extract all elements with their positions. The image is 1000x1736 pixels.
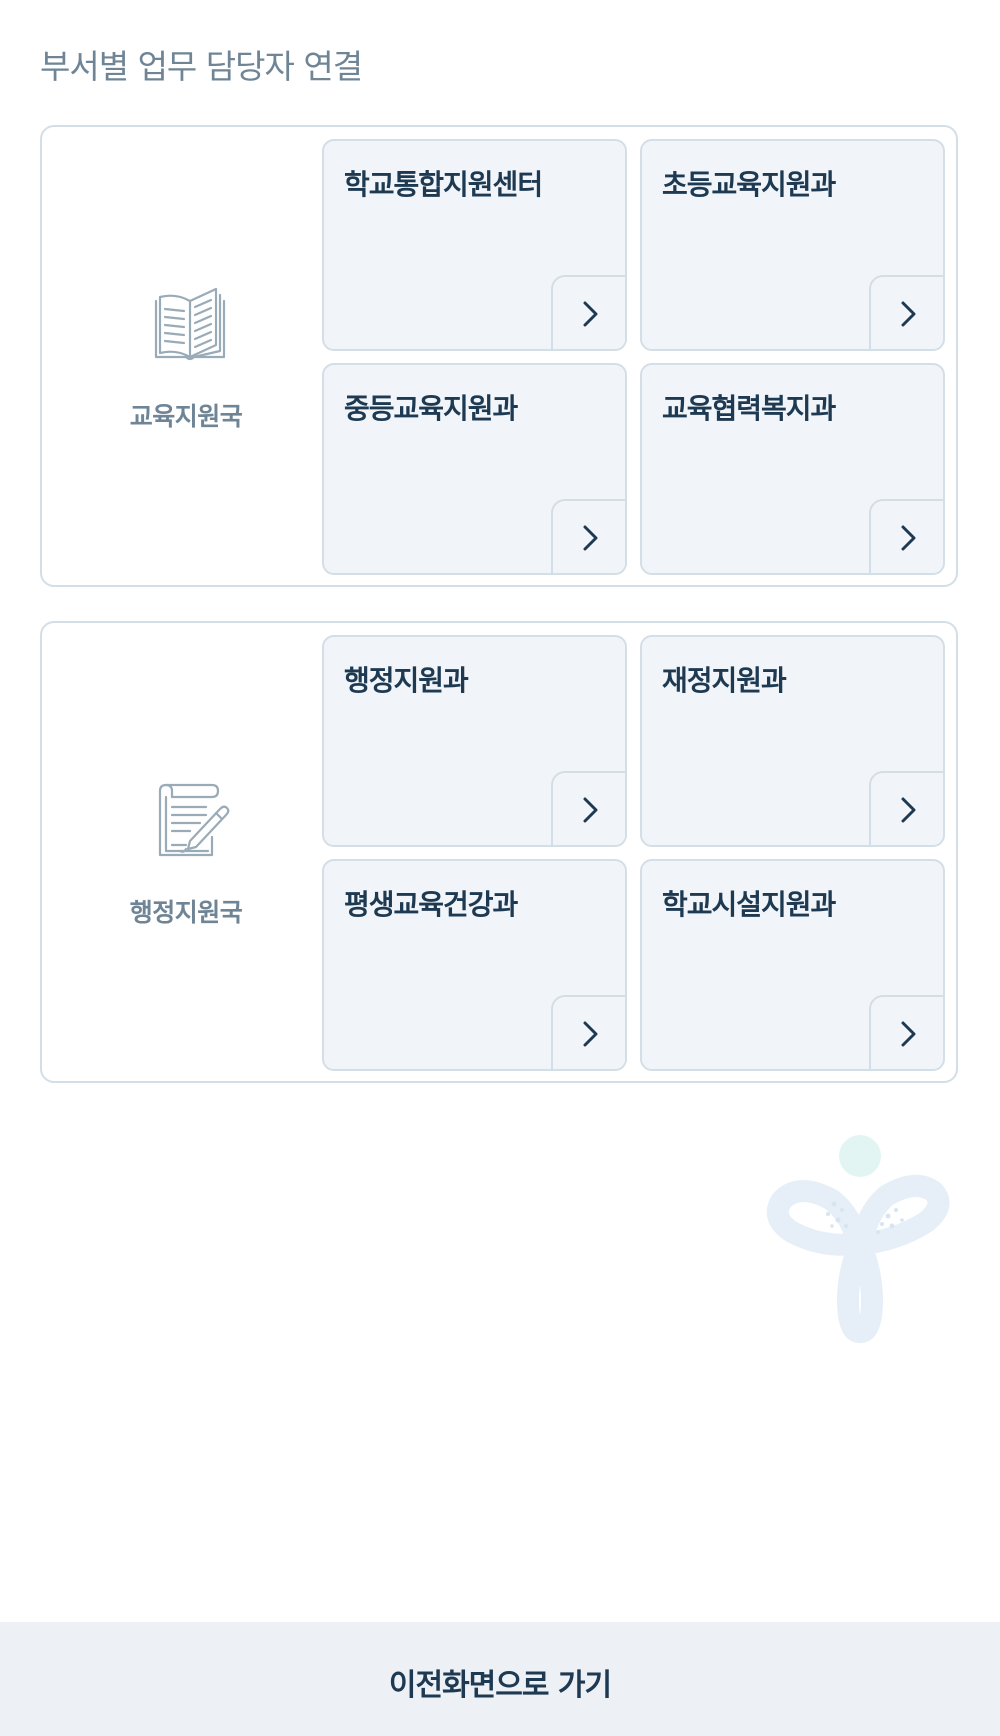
department-card-lifelong-education-health[interactable]: 평생교육건강과	[322, 859, 627, 1071]
department-card-school-integrated-support[interactable]: 학교통합지원센터	[322, 139, 627, 351]
chevron-right-icon	[901, 797, 916, 823]
chevron-right-icon	[901, 301, 916, 327]
group-administration-support: 행정지원국 행정지원과 재정지원과 평생교육건강과 학교시설지원과	[40, 621, 958, 1083]
department-label: 행정지원과	[344, 664, 469, 697]
department-label: 초등교육지원과	[662, 168, 836, 201]
department-label: 평생교육건강과	[344, 888, 518, 921]
department-label: 교육협력복지과	[662, 392, 836, 425]
arrow-button[interactable]	[869, 995, 943, 1069]
arrow-button[interactable]	[551, 995, 625, 1069]
chevron-right-icon	[583, 1021, 598, 1047]
department-card-administration-support[interactable]: 행정지원과	[322, 635, 627, 847]
arrow-button[interactable]	[869, 499, 943, 573]
chevron-right-icon	[583, 797, 598, 823]
document-pen-icon	[150, 783, 230, 859]
chevron-right-icon	[901, 525, 916, 551]
chevron-right-icon	[583, 301, 598, 327]
department-label: 학교통합지원센터	[344, 168, 543, 201]
arrow-button[interactable]	[869, 275, 943, 349]
open-book-icon	[150, 287, 230, 363]
group-name: 행정지원국	[129, 898, 243, 927]
chevron-right-icon	[901, 1021, 916, 1047]
arrow-button[interactable]	[551, 499, 625, 573]
department-contact-page: 부서별 업무 담당자 연결 교육지원국 학교통합지원센터 초등교육지원과 중등교…	[0, 0, 1000, 1736]
arrow-button[interactable]	[551, 275, 625, 349]
department-label: 재정지원과	[662, 664, 787, 697]
group-header: 교육지원국	[42, 127, 330, 585]
group-header: 행정지원국	[42, 623, 330, 1081]
back-button[interactable]: 이전화면으로 가기	[0, 1622, 1000, 1736]
department-card-elementary-education[interactable]: 초등교육지원과	[640, 139, 945, 351]
department-label: 중등교육지원과	[344, 392, 518, 425]
arrow-button[interactable]	[869, 771, 943, 845]
mascot-logo-icon	[762, 1132, 958, 1344]
arrow-button[interactable]	[551, 771, 625, 845]
department-card-school-facilities-support[interactable]: 학교시설지원과	[640, 859, 945, 1071]
group-education-support: 교육지원국 학교통합지원센터 초등교육지원과 중등교육지원과 교육협력복지과	[40, 125, 958, 587]
back-button-label: 이전화면으로 가기	[388, 1668, 612, 1703]
chevron-right-icon	[583, 525, 598, 551]
department-card-finance-support[interactable]: 재정지원과	[640, 635, 945, 847]
group-name: 교육지원국	[129, 402, 243, 431]
department-label: 학교시설지원과	[662, 888, 836, 921]
page-title: 부서별 업무 담당자 연결	[40, 47, 363, 86]
department-card-education-cooperation-welfare[interactable]: 교육협력복지과	[640, 363, 945, 575]
department-card-secondary-education[interactable]: 중등교육지원과	[322, 363, 627, 575]
